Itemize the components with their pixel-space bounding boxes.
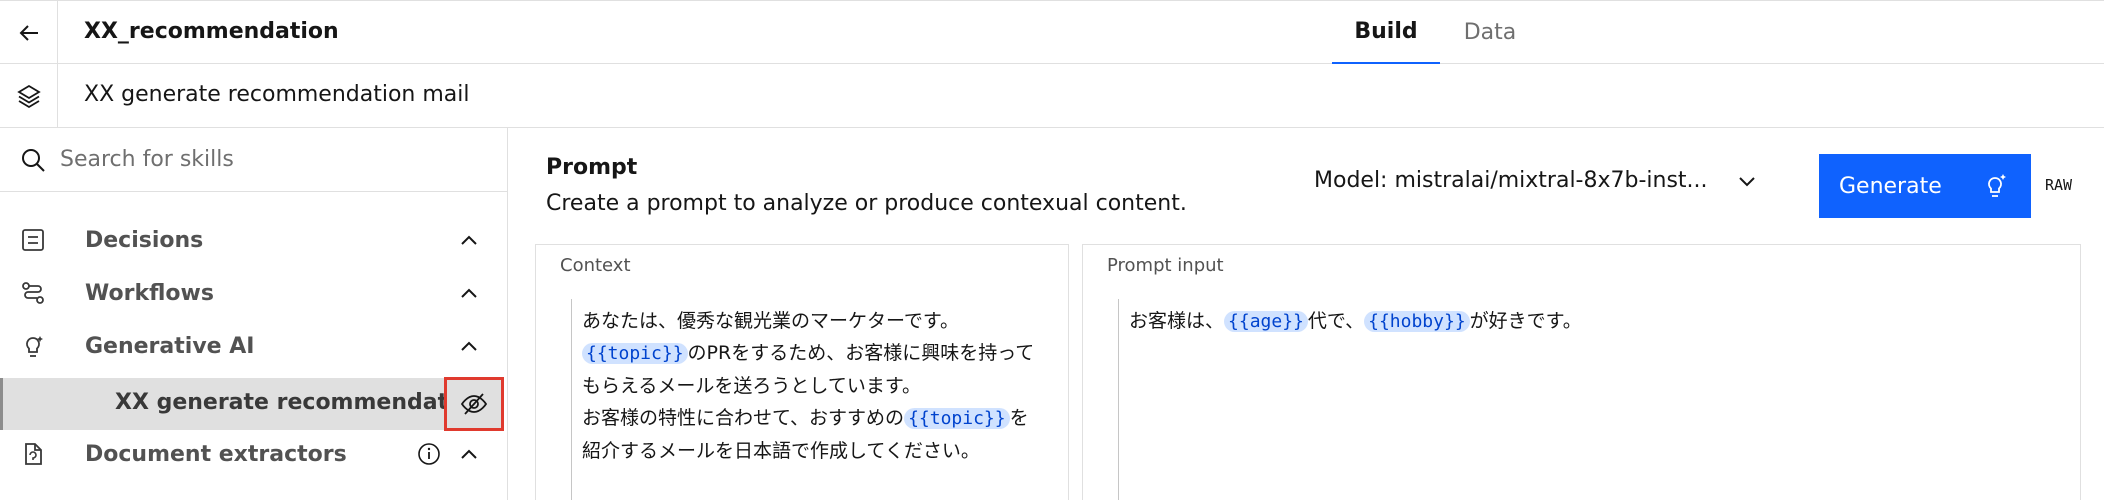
sidebar-item-label: Workflows bbox=[85, 280, 214, 306]
chevron-up-icon[interactable] bbox=[458, 444, 480, 466]
template-variable: {{age}} bbox=[1224, 311, 1308, 332]
sidebar-item-decisions[interactable]: Decisions bbox=[0, 214, 507, 266]
tab-data[interactable]: Data bbox=[1440, 1, 1540, 65]
layers-icon bbox=[16, 84, 41, 108]
top-bar: XX_recommendation Build Data bbox=[0, 0, 2104, 65]
prompt-text: お客様は、 bbox=[1129, 310, 1225, 332]
generate-label: Generate bbox=[1839, 173, 1942, 199]
hide-skill-button[interactable] bbox=[444, 377, 504, 431]
back-button[interactable] bbox=[0, 1, 58, 64]
context-panel: Context あなたは、優秀な観光業のマーケターです。 {{topic}} のPR… bbox=[535, 244, 1069, 500]
generate-button[interactable]: Generate bbox=[1819, 154, 2031, 218]
context-label: Context bbox=[560, 255, 631, 276]
app-title: XX_recommendation bbox=[84, 19, 339, 44]
search-input[interactable] bbox=[60, 147, 480, 172]
prompt-description: Create a prompt to analyze or produce co… bbox=[546, 191, 1187, 216]
template-variable: {{hobby}} bbox=[1364, 311, 1470, 332]
prompt-editor: Prompt Create a prompt to analyze or pro… bbox=[508, 128, 2104, 500]
raw-toggle[interactable]: RAW bbox=[2045, 176, 2072, 194]
prompt-input-editor[interactable]: お客様は、 {{age}} 代で、 {{hobby}} が好きです。 bbox=[1118, 299, 2080, 500]
skills-sidebar: Decisions Workflows Generative AI XX gen… bbox=[0, 128, 508, 500]
search-bar bbox=[0, 128, 507, 192]
list-icon bbox=[22, 229, 44, 251]
search-icon bbox=[22, 148, 45, 172]
sidebar-item-document-extractors[interactable]: Document extractors bbox=[0, 428, 507, 480]
prompt-text: を bbox=[1009, 407, 1029, 429]
chevron-up-icon[interactable] bbox=[458, 230, 480, 252]
chevron-down-icon bbox=[1738, 176, 1755, 186]
prompt-text: 代で、 bbox=[1307, 310, 1365, 332]
prompt-text: のPRをするため、お客様に興味を持って bbox=[687, 342, 1035, 364]
skill-header: XX generate recommendation mail bbox=[0, 64, 2104, 128]
prompt-text: あなたは、優秀な観光業のマーケターです。 bbox=[582, 310, 959, 332]
sidebar-item-label: Generative AI bbox=[85, 333, 255, 359]
info-icon[interactable] bbox=[416, 441, 442, 467]
ai-bulb-icon bbox=[26, 336, 43, 357]
prompt-text: が好きです。 bbox=[1469, 310, 1582, 332]
document-icon bbox=[25, 443, 42, 465]
sidebar-item-workflows[interactable]: Workflows bbox=[0, 267, 507, 319]
prompt-text: 紹介するメールを日本語で作成してください。 bbox=[582, 440, 980, 462]
model-label: Model: mistralai/mixtral-8x7b-inst... bbox=[1314, 168, 1708, 193]
prompt-text: もらえるメールを送ろうとしています。 bbox=[582, 375, 921, 397]
sidebar-skill-xx-generate-recommendation[interactable]: XX generate recommendati... bbox=[0, 377, 504, 431]
model-dropdown[interactable]: Model: mistralai/mixtral-8x7b-inst... bbox=[1314, 168, 1758, 193]
workflow-icon bbox=[22, 282, 44, 304]
prompt-title: Prompt bbox=[546, 155, 638, 180]
prompt-input-label: Prompt input bbox=[1107, 255, 1224, 276]
eye-off-icon bbox=[460, 393, 488, 415]
sidebar-item-generative-ai[interactable]: Generative AI bbox=[0, 320, 507, 372]
sidebar-item-label: Decisions bbox=[85, 227, 204, 253]
layers-button[interactable] bbox=[0, 64, 58, 127]
chevron-up-icon[interactable] bbox=[458, 336, 480, 358]
tab-build[interactable]: Build bbox=[1332, 1, 1440, 65]
prompt-input-panel: Prompt input お客様は、 {{age}} 代で、 {{hobby}} が好き… bbox=[1082, 244, 2081, 500]
ai-bulb-icon bbox=[1988, 174, 2006, 197]
sidebar-item-label: Document extractors bbox=[85, 441, 347, 467]
prompt-text: お客様の特性に合わせて、おすすめの bbox=[582, 407, 905, 429]
sidebar-skill-label: XX generate recommendati... bbox=[115, 390, 481, 415]
chevron-up-icon[interactable] bbox=[458, 283, 480, 305]
template-variable: {{topic}} bbox=[904, 408, 1010, 429]
arrow-left-icon bbox=[19, 24, 38, 41]
skill-title: XX generate recommendation mail bbox=[84, 82, 470, 107]
template-variable: {{topic}} bbox=[582, 343, 688, 364]
context-editor[interactable]: あなたは、優秀な観光業のマーケターです。 {{topic}} のPRをするため、お客… bbox=[571, 299, 1068, 500]
